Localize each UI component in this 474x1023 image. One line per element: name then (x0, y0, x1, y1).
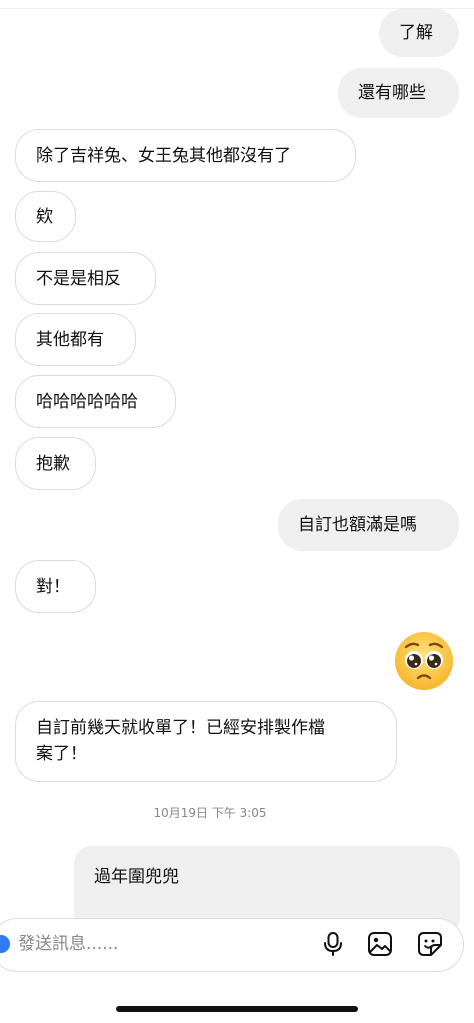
message-text: 不是是相反 (36, 268, 121, 289)
message-received[interactable]: 除了吉祥兔、女王兔其他都沒有了 (15, 129, 356, 182)
message-text: 還有哪些 (358, 83, 426, 103)
message-received[interactable]: 自訂前幾天就收單了！已經安排製作檔 案了！ (15, 701, 397, 782)
message-text: 哈哈哈哈哈哈 (36, 391, 138, 412)
message-received[interactable]: 抱歉 (15, 437, 96, 490)
message-text-line: 案了！ (36, 744, 87, 764)
message-received[interactable]: 欸 (15, 191, 76, 242)
message-sent[interactable]: 了解 (379, 9, 459, 57)
message-sent[interactable]: 自訂也額滿是嗎 (278, 499, 459, 551)
message-text: 欸 (36, 206, 53, 227)
message-sent[interactable]: 還有哪些 (338, 68, 459, 118)
sticker-icon[interactable] (416, 930, 444, 958)
microphone-icon[interactable] (319, 930, 347, 958)
timestamp: 10月19日 下午 3:05 (153, 806, 267, 820)
image-icon[interactable] (366, 930, 394, 958)
home-indicator (116, 1006, 358, 1012)
message-text: 除了吉祥兔、女王兔其他都沒有了 (36, 145, 291, 166)
pleading-face-emoji[interactable] (394, 631, 454, 691)
message-received[interactable]: 對！ (15, 560, 96, 613)
message-received[interactable]: 哈哈哈哈哈哈 (15, 375, 176, 428)
message-received[interactable]: 其他都有 (15, 313, 136, 366)
message-text: 對！ (36, 576, 70, 597)
message-text: 抱歉 (36, 453, 70, 474)
message-text-line: 自訂前幾天就收單了！已經安排製作檔 (36, 718, 325, 738)
message-received[interactable]: 不是是相反 (15, 252, 156, 305)
message-text: 自訂也額滿是嗎 (298, 515, 417, 535)
message-text: 其他都有 (36, 329, 104, 350)
message-input[interactable] (18, 932, 298, 956)
message-text: 了解 (399, 23, 433, 43)
reply-preview-text: 過年圍兜兜 (94, 867, 179, 887)
